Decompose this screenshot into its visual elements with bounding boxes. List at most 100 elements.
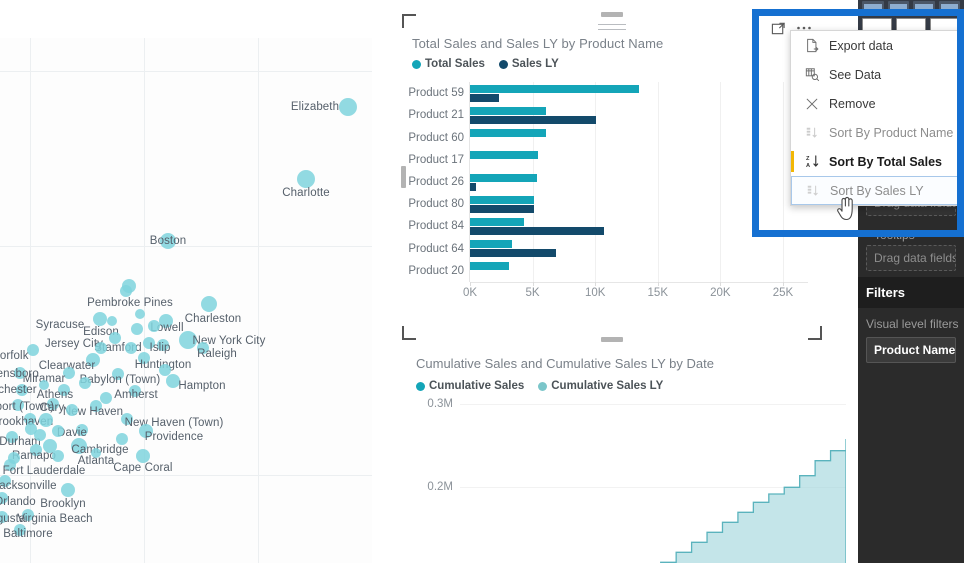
- menu-item-sort-by-total-sales[interactable]: Z A Sort By Total Sales: [791, 147, 964, 176]
- stacked-column-chart-icon[interactable]: [887, 1, 909, 15]
- bar-chart-category-label[interactable]: Product 17: [408, 154, 464, 166]
- bar-total-sales[interactable]: [470, 195, 535, 204]
- bar-chart-gridline: [595, 82, 597, 282]
- menu-item-remove[interactable]: Remove: [791, 89, 964, 118]
- bar-chart-category-label[interactable]: Product 60: [408, 132, 464, 144]
- legend-item-total-sales[interactable]: Total Sales: [412, 58, 485, 70]
- visual-resize-handle-top[interactable]: [601, 12, 623, 17]
- bar-chart-category-label[interactable]: Product 64: [408, 243, 464, 255]
- map-bubble[interactable]: [39, 380, 49, 390]
- bar-sales-ly[interactable]: [470, 93, 499, 102]
- map-bubble[interactable]: [79, 377, 91, 389]
- map-bubble[interactable]: [93, 312, 107, 326]
- bar-sales-ly[interactable]: [470, 249, 556, 258]
- visual-resize-handle-bottom-right[interactable]: [808, 326, 822, 340]
- map-bubble[interactable]: [116, 433, 128, 445]
- funnel-chart-icon[interactable]: [913, 1, 935, 15]
- bar-chart-gridline: [657, 82, 659, 282]
- bar-total-sales[interactable]: [470, 129, 546, 138]
- map-bubble[interactable]: [43, 439, 57, 453]
- visual-resize-handle-left[interactable]: [401, 166, 406, 188]
- map-bubble[interactable]: [34, 429, 46, 441]
- bar-total-sales[interactable]: [470, 106, 547, 115]
- map-bubble[interactable]: [339, 98, 357, 116]
- bar-chart-category-label[interactable]: Product 84: [408, 220, 464, 232]
- legend-item-sales-ly[interactable]: Sales LY: [498, 58, 559, 70]
- map-bubble[interactable]: [66, 404, 78, 416]
- map-bubble[interactable]: [135, 309, 145, 319]
- bar-sales-ly[interactable]: [470, 182, 476, 191]
- active-indicator: [791, 151, 794, 172]
- map-bubble-label: Raleigh: [197, 348, 237, 360]
- map-bubble[interactable]: [95, 342, 107, 354]
- more-options-icon[interactable]: [796, 20, 812, 36]
- map-bubble[interactable]: [8, 452, 20, 464]
- map-gridline-horizontal: [0, 71, 372, 72]
- focus-mode-icon[interactable]: [770, 20, 786, 36]
- area-chart-y-tick-label: 0.3M: [427, 398, 453, 410]
- bar-total-sales[interactable]: [470, 173, 537, 182]
- bar-total-sales[interactable]: [470, 84, 639, 93]
- menu-item-sort-by-product-name[interactable]: Sort By Product Name: [791, 118, 964, 147]
- map-bubble[interactable]: [91, 448, 101, 458]
- gauge-chart-icon[interactable]: [938, 1, 960, 15]
- map-bubble[interactable]: [107, 316, 117, 326]
- map-bubble-label: Augusta: [0, 513, 26, 525]
- map-bubble[interactable]: [297, 170, 315, 188]
- map-bubble[interactable]: [61, 483, 75, 497]
- tooltips-drop-zone[interactable]: Drag data fields here: [866, 245, 956, 271]
- bar-total-sales[interactable]: [470, 240, 512, 249]
- bar-total-sales[interactable]: [470, 217, 525, 226]
- total-sales-by-product-bar-visual[interactable]: Total Sales and Sales LY by Product Name…: [401, 12, 822, 342]
- map-bubble-label: Babylon (Town): [79, 374, 161, 386]
- legend-item-cumulative-sales[interactable]: Cumulative Sales: [416, 380, 524, 392]
- map-bubble[interactable]: [148, 320, 160, 332]
- export-data-icon: [801, 38, 823, 53]
- bar-chart-gridline: [720, 82, 722, 282]
- bar-total-sales[interactable]: [470, 151, 538, 160]
- bar-chart-category-label[interactable]: Product 20: [408, 265, 464, 277]
- menu-item-sort-by-sales-ly[interactable]: Sort By Sales LY: [791, 176, 964, 205]
- visual-filter-product-name[interactable]: Product Name(All): [866, 337, 956, 363]
- map-bubble[interactable]: [159, 364, 171, 376]
- bar-total-sales[interactable]: [470, 262, 510, 271]
- map-bubble[interactable]: [39, 413, 53, 427]
- map-bubble-label: Orlando: [0, 496, 36, 508]
- mouse-cursor-hand: [836, 196, 858, 227]
- visual-drag-grip[interactable]: [598, 24, 626, 34]
- stacked-bar-chart-icon[interactable]: [862, 1, 884, 15]
- map-bubble-label: Islip: [149, 342, 171, 354]
- visual-resize-handle-top-left[interactable]: [402, 14, 416, 28]
- map-bubble-label: Jacksonville: [0, 480, 57, 492]
- sales-by-city-map-visual[interactable]: Elizabeth Charlotte Boston Pembroke Pines Ch…: [0, 38, 372, 563]
- map-bubble[interactable]: [131, 323, 143, 335]
- bar-sales-ly[interactable]: [470, 226, 604, 235]
- menu-item-export-data[interactable]: Export data: [791, 31, 964, 60]
- sort-icon: [801, 126, 823, 140]
- map-bubble[interactable]: [52, 425, 64, 437]
- map-bubble-label: Hampton: [178, 380, 226, 392]
- map-bubble[interactable]: [100, 392, 112, 404]
- visual-resize-handle-bottom-left[interactable]: [402, 326, 416, 340]
- map-bubble[interactable]: [136, 449, 150, 463]
- map-bubble[interactable]: [27, 344, 39, 356]
- menu-item-see-data[interactable]: See Data: [791, 60, 964, 89]
- map-bubble[interactable]: [201, 296, 217, 312]
- legend-item-cumulative-sales-ly[interactable]: Cumulative Sales LY: [538, 380, 663, 392]
- map-bubble[interactable]: [125, 342, 137, 354]
- cumulative-sales-area-visual[interactable]: Cumulative Sales and Cumulative Sales LY…: [404, 350, 860, 563]
- map-bubble-label: Norfolk: [0, 350, 29, 362]
- bar-chart-category-label[interactable]: Product 26: [408, 176, 464, 188]
- map-bubble[interactable]: [120, 285, 132, 297]
- power-bi-report-canvas: Elizabeth Charlotte Boston Pembroke Pines Ch…: [0, 0, 964, 563]
- visual-resize-handle-bottom[interactable]: [601, 337, 623, 342]
- bar-chart-category-label[interactable]: Product 21: [408, 109, 464, 121]
- bar-chart-category-label[interactable]: Product 80: [408, 198, 464, 210]
- bar-sales-ly[interactable]: [470, 204, 535, 213]
- map-bubble-label: Amherst: [114, 389, 158, 401]
- map-bubble-label: Syracuse: [35, 319, 85, 331]
- menu-label-remove: Remove: [829, 96, 876, 111]
- bar-sales-ly[interactable]: [470, 115, 597, 124]
- bar-chart-category-label[interactable]: Product 59: [408, 87, 464, 99]
- bar-chart-x-tick-label: 10K: [584, 287, 606, 299]
